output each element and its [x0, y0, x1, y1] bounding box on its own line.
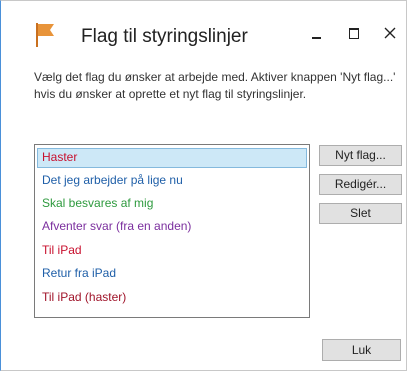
flag-list[interactable]: Haster Det jeg arbejder på lige nu Skal …	[34, 144, 310, 318]
flag-list-item[interactable]: Skal besvares af mig	[37, 194, 307, 214]
flag-list-item[interactable]: Afventer svar (fra en anden)	[37, 217, 307, 237]
flag-list-item[interactable]: Til iPad	[37, 241, 307, 261]
flag-list-item[interactable]: Haster	[37, 148, 307, 168]
window-title: Flag til styringslinjer	[81, 26, 248, 47]
maximize-icon	[349, 28, 359, 39]
flag-icon	[35, 23, 55, 47]
close-button[interactable]: Luk	[322, 339, 401, 361]
edit-flag-button[interactable]: Redigér...	[319, 174, 402, 195]
maximize-button[interactable]	[337, 19, 371, 49]
minimize-icon	[312, 37, 321, 39]
flag-list-item[interactable]: Det jeg arbejder på lige nu	[37, 171, 307, 191]
new-flag-button[interactable]: Nyt flag...	[319, 145, 402, 166]
flag-dialog: Flag til styringslinjer Vælg det flag du…	[0, 0, 407, 371]
close-icon	[383, 26, 397, 40]
delete-flag-button[interactable]: Slet	[319, 203, 402, 224]
flag-list-item[interactable]: Retur fra iPad	[37, 264, 307, 284]
minimize-button[interactable]	[300, 19, 334, 49]
flag-list-item[interactable]: Til iPad (haster)	[37, 288, 307, 308]
title-bar: Flag til styringslinjer	[1, 1, 406, 53]
close-window-button[interactable]	[374, 19, 408, 49]
instruction-text: Vælg det flag du ønsker at arbejde med. …	[34, 70, 396, 101]
